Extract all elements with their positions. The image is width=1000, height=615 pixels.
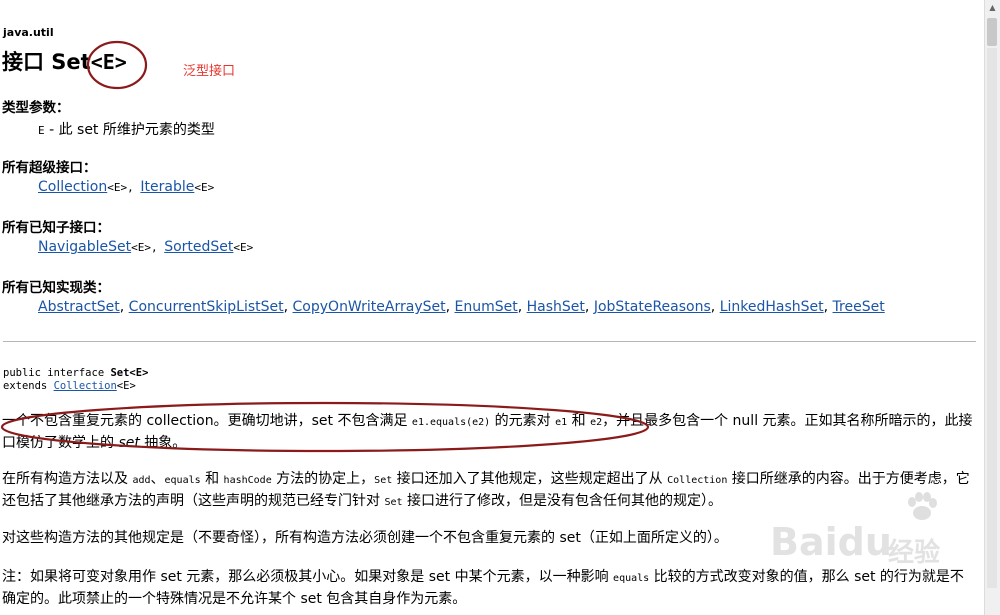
link-jobstatereasons[interactable]: JobStateReasons	[594, 299, 711, 315]
text: 和	[567, 413, 591, 429]
title-text: 接口 Set	[2, 50, 91, 74]
watermark-logo: Baidu	[770, 520, 892, 564]
link-collection-decl[interactable]: Collection	[54, 380, 117, 392]
list-separator: ,	[823, 299, 833, 315]
scroll-up-arrow-icon[interactable]: ▲	[985, 0, 1000, 16]
code: Set	[374, 475, 393, 486]
watermark-sub: 经验	[888, 538, 941, 568]
code: equals	[164, 475, 201, 486]
type-param-desc: - 此 set 所维护元素的类型	[44, 122, 215, 138]
text: 抽象。	[139, 435, 187, 451]
watermark-brand-mid: du	[837, 520, 892, 564]
link-enumset[interactable]: EnumSet	[455, 299, 518, 315]
page-title: 接口 Set<E>	[2, 46, 127, 76]
link-treeset[interactable]: TreeSet	[833, 299, 885, 315]
decl-name: Set<E>	[110, 367, 149, 379]
decl-extends: extends	[3, 380, 54, 392]
generic-suffix: <E>,	[131, 241, 165, 254]
javadoc-page: java.util 接口 Set<E> 泛型接口 类型参数： E - 此 set…	[0, 0, 985, 615]
link-linkedhashset[interactable]: LinkedHashSet	[720, 299, 824, 315]
type-params-value: E - 此 set 所维护元素的类型	[38, 119, 215, 139]
link-hashset[interactable]: HashSet	[527, 299, 585, 315]
link-sortedset[interactable]: SortedSet	[164, 239, 233, 255]
super-interfaces-list: Collection<E>, Iterable<E>	[38, 179, 214, 195]
code: Collection	[667, 475, 728, 486]
list-separator: ,	[584, 299, 594, 315]
text: 注：如果将可变对象用作 set 元素，那么必须极其小心。如果对象是 set 中某…	[2, 569, 614, 585]
text: 接口进行了修改，但是没有包含任何其他的规定）。	[402, 493, 722, 509]
code: Set	[384, 497, 403, 508]
list-separator: ,	[119, 299, 129, 315]
link-copyonwritearrayset[interactable]: CopyOnWriteArraySet	[293, 299, 446, 315]
decl-modifiers: public interface	[3, 367, 111, 379]
italic-text: set	[118, 435, 140, 451]
sub-interfaces-list: NavigableSet<E>, SortedSet<E>	[38, 239, 253, 255]
scrollbar-track[interactable]	[987, 48, 997, 588]
code: hashCode	[223, 475, 272, 486]
description-paragraph-2: 在所有构造方法以及 add、equals 和 hashCode 方法的协定上，S…	[2, 469, 977, 513]
type-param-name: E	[38, 124, 45, 137]
package-name: java.util	[3, 26, 54, 39]
code: e1.equals(e2)	[411, 417, 491, 428]
sub-interfaces-heading: 所有已知子接口：	[2, 220, 110, 236]
vertical-scrollbar[interactable]: ▲	[984, 0, 1000, 615]
impl-classes-list: AbstractSet, ConcurrentSkipListSet, Copy…	[38, 299, 885, 315]
text: 一个不包含重复元素的 collection。更确切地讲，set 不包含满足	[2, 413, 412, 429]
generic-suffix: <E>	[194, 181, 215, 194]
type-params-heading: 类型参数：	[2, 100, 70, 116]
description-paragraph-4: 注：如果将可变对象用作 set 元素，那么必须极其小心。如果对象是 set 中某…	[2, 567, 977, 610]
list-separator: ,	[283, 299, 293, 315]
impl-classes-heading: 所有已知实现类：	[2, 280, 110, 296]
generic-suffix: <E>	[116, 380, 136, 392]
list-separator: ,	[517, 299, 527, 315]
text: 方法的协定上，	[271, 471, 375, 487]
text: 的元素对	[490, 413, 556, 429]
text: 、	[150, 471, 165, 487]
link-navigableset[interactable]: NavigableSet	[38, 239, 131, 255]
list-separator: ,	[445, 299, 455, 315]
text: 在所有构造方法以及	[2, 471, 133, 487]
code: e2	[590, 417, 603, 428]
text: 和	[200, 471, 224, 487]
link-iterable[interactable]: Iterable	[140, 179, 194, 195]
description-paragraph-1: 一个不包含重复元素的 collection。更确切地讲，set 不包含满足 e1…	[2, 411, 977, 454]
link-collection[interactable]: Collection	[38, 179, 107, 195]
generic-suffix: <E>	[233, 241, 254, 254]
code: e1	[555, 417, 568, 428]
code: equals	[613, 573, 650, 584]
annotation-label: 泛型接口	[183, 64, 236, 79]
link-concurrentskiplistset[interactable]: ConcurrentSkipListSet	[129, 299, 284, 315]
scrollbar-thumb[interactable]	[987, 18, 997, 46]
list-separator: ,	[710, 299, 720, 315]
code: add	[132, 475, 151, 486]
divider	[3, 341, 976, 342]
watermark-brand: Bai	[770, 520, 838, 564]
generic-suffix: <E>,	[107, 181, 141, 194]
declaration-line-1: public interface Set<E>	[3, 367, 148, 379]
super-interfaces-heading: 所有超级接口：	[2, 160, 97, 176]
link-abstractset[interactable]: AbstractSet	[38, 299, 120, 315]
paw-icon	[908, 492, 937, 520]
title-generic: <E>	[90, 50, 127, 74]
declaration-line-2: extends Collection<E>	[3, 380, 136, 392]
text: 接口还加入了其他规定，这些规定超出了从	[392, 471, 668, 487]
